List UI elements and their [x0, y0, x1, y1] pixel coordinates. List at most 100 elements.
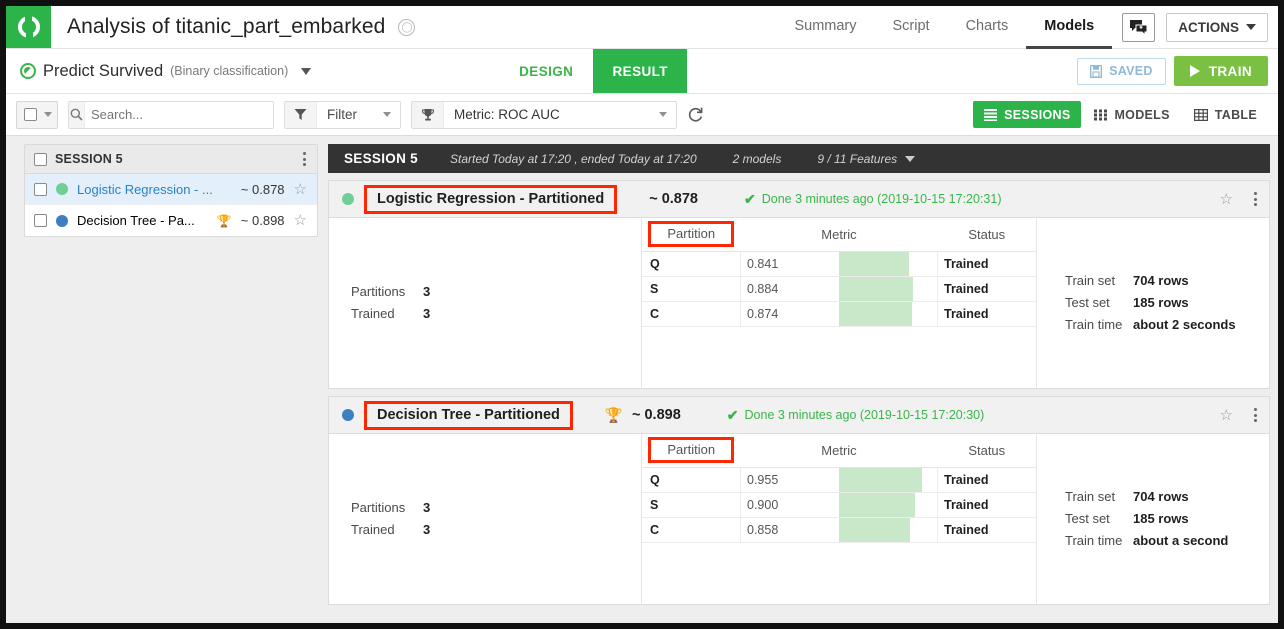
sidebar-model-score: ~ 0.878: [241, 182, 285, 197]
checkbox-icon[interactable]: [24, 108, 37, 121]
model-card-body: Partitions 3 Trained 3: [329, 218, 1269, 388]
model-card-status: ✔ Done 3 minutes ago (2019-10-15 17:20:3…: [727, 407, 984, 424]
sidebar-model-item-1[interactable]: Decision Tree - Pa... 🏆 ~ 0.898 ☆: [25, 205, 317, 236]
results-toolbar: Filter Metric: ROC AUC: [6, 94, 1278, 136]
main-nav: Summary Script Charts Models ACTIONS: [776, 6, 1278, 48]
dataiku-logo-icon: [18, 16, 40, 38]
sidebar-model-item-0[interactable]: Logistic Regression - ... ~ 0.878 ☆: [25, 174, 317, 205]
table-header-row: Partition Metric Status: [642, 434, 1036, 467]
saved-label: SAVED: [1109, 64, 1153, 78]
model-color-dot: [56, 183, 68, 195]
cell-metric-bar: [839, 467, 938, 492]
tab-script[interactable]: Script: [875, 6, 948, 49]
kebab-menu-icon[interactable]: [1251, 405, 1260, 425]
subheader-actions: SAVED TRAIN: [1077, 49, 1278, 93]
model-card-name[interactable]: Decision Tree - Partitioned: [364, 401, 573, 430]
table-row: C 0.874 Trained: [642, 301, 1036, 326]
app-logo[interactable]: [6, 6, 51, 48]
model-card-score: ~ 0.898: [632, 407, 681, 423]
cell-metric-bar: [839, 251, 938, 276]
model-card-left-stats: Partitions 3 Trained 3: [329, 434, 642, 604]
chevron-down-icon: [383, 112, 391, 117]
session-list-panel: SESSION 5 Logistic Regression - ... ~ 0.…: [24, 144, 318, 237]
table-row: Q 0.841 Trained: [642, 251, 1036, 276]
checkbox-icon[interactable]: [34, 183, 47, 196]
tab-models[interactable]: Models: [1026, 6, 1112, 49]
stat-row: Train time about 2 seconds: [1065, 314, 1269, 336]
tab-result[interactable]: RESULT: [593, 49, 687, 93]
tab-design[interactable]: DESIGN: [499, 49, 593, 93]
stat-row: Test set 185 rows: [1065, 508, 1269, 530]
session-summary-bar: SESSION 5 Started Today at 17:20 , ended…: [328, 144, 1270, 173]
kebab-menu-icon[interactable]: [1251, 189, 1260, 209]
view-table-button[interactable]: TABLE: [1183, 101, 1268, 128]
model-color-dot: [56, 215, 68, 227]
star-outline-icon[interactable]: ☆: [1220, 192, 1233, 207]
stat-value: 185 rows: [1133, 508, 1189, 530]
model-card-score: ~ 0.878: [649, 191, 698, 207]
col-partition: Partition: [642, 434, 741, 467]
view-sessions-label: SESSIONS: [1004, 108, 1070, 122]
chevron-down-icon[interactable]: [301, 68, 311, 75]
session-title: SESSION 5: [344, 151, 418, 166]
col-status: Status: [938, 434, 1037, 467]
checkbox-icon[interactable]: [34, 153, 47, 166]
metric-dropdown[interactable]: Metric: ROC AUC: [411, 101, 677, 129]
chevron-down-icon: [659, 112, 667, 117]
stat-value: about a second: [1133, 530, 1228, 552]
chat-icon-svg: [1129, 19, 1148, 36]
session-list-header: SESSION 5: [25, 145, 317, 174]
saved-button[interactable]: SAVED: [1077, 58, 1166, 85]
star-outline-icon[interactable]: ☆: [1220, 408, 1233, 423]
filter-dropdown[interactable]: Filter: [284, 101, 401, 129]
stat-value: 3: [423, 303, 430, 325]
kebab-menu-icon[interactable]: [300, 149, 309, 169]
col-status: Status: [938, 218, 1037, 251]
cell-metric-bar: [839, 301, 938, 326]
top-header-bar: Analysis of titanic_part_embarked ◯ Summ…: [6, 6, 1278, 49]
partition-table: Partition Metric Status Q 0.841: [642, 218, 1036, 327]
checkbox-icon[interactable]: [34, 214, 47, 227]
model-card-1: Decision Tree - Partitioned 🏆 ~ 0.898 ✔ …: [328, 396, 1270, 605]
view-table-label: TABLE: [1215, 108, 1257, 122]
model-card-header-actions: ☆: [1220, 405, 1260, 425]
tab-charts[interactable]: Charts: [948, 6, 1027, 49]
col-partition: Partition: [642, 218, 741, 251]
info-circle-icon[interactable]: ◯: [398, 19, 415, 36]
cell-metric: 0.955: [741, 467, 840, 492]
cell-status: Trained: [938, 251, 1037, 276]
model-card-name[interactable]: Logistic Regression - Partitioned: [364, 185, 617, 214]
stat-value: 3: [423, 497, 430, 519]
view-models-button[interactable]: MODELS: [1083, 101, 1180, 128]
model-card-header-actions: ☆: [1220, 189, 1260, 209]
session-features-dropdown[interactable]: 9 / 11 Features: [817, 152, 915, 166]
train-button[interactable]: TRAIN: [1174, 56, 1268, 86]
star-outline-icon[interactable]: ☆: [294, 182, 307, 197]
refresh-icon[interactable]: [687, 106, 704, 123]
model-card-header: Decision Tree - Partitioned 🏆 ~ 0.898 ✔ …: [329, 397, 1269, 434]
col-metric: Metric: [741, 218, 938, 251]
chat-bubble-plus-icon[interactable]: [1122, 13, 1155, 42]
partition-table: Partition Metric Status Q 0.955: [642, 434, 1036, 543]
stat-key: Trained: [351, 519, 423, 541]
predict-breadcrumb[interactable]: Predict Survived (Binary classification): [6, 49, 311, 93]
select-all-dropdown[interactable]: [16, 101, 58, 129]
cell-metric: 0.884: [741, 276, 840, 301]
star-outline-icon[interactable]: ☆: [294, 213, 307, 228]
table-row: Q 0.955 Trained: [642, 467, 1036, 492]
table-icon: [1194, 109, 1208, 121]
tab-summary[interactable]: Summary: [776, 6, 874, 49]
partition-table-wrap: Partition Metric Status Q 0.841: [642, 218, 1037, 388]
cell-status: Trained: [938, 276, 1037, 301]
cell-status: Trained: [938, 492, 1037, 517]
actions-button[interactable]: ACTIONS: [1166, 13, 1268, 42]
sidebar-model-score: ~ 0.898: [241, 213, 285, 228]
page-title: Analysis of titanic_part_embarked ◯: [51, 6, 415, 48]
cell-metric-bar: [839, 517, 938, 542]
cell-status: Trained: [938, 301, 1037, 326]
model-card-header: Logistic Regression - Partitioned ~ 0.87…: [329, 181, 1269, 218]
search-box[interactable]: [68, 101, 274, 129]
view-sessions-button[interactable]: SESSIONS: [973, 101, 1081, 128]
list-icon: [984, 109, 997, 121]
search-input[interactable]: [85, 107, 273, 122]
